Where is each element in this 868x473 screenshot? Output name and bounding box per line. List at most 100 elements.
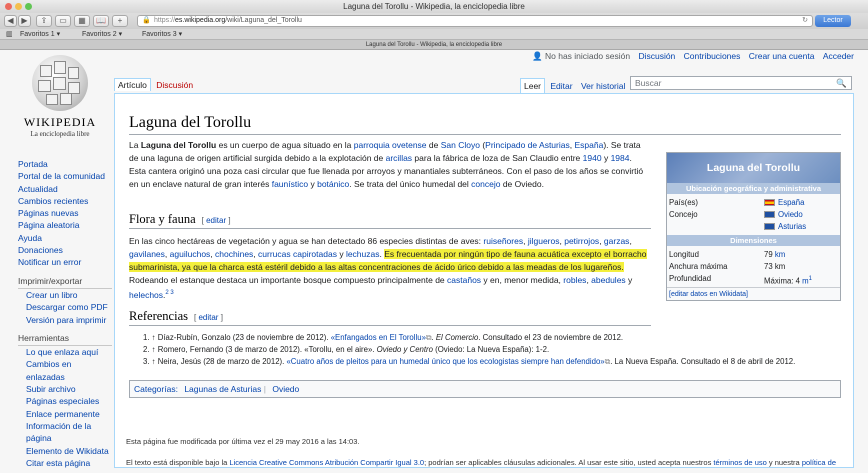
link-san-cloyo[interactable]: San Cloyo	[441, 140, 480, 150]
sidebar-tools-header: Herramientas	[18, 332, 112, 347]
wikipedia-logo[interactable]: Wikipedia La enciclopedia libre	[22, 55, 98, 145]
bookmarks-icon[interactable]: ▥	[6, 29, 13, 40]
infobox-country-link[interactable]: España	[778, 198, 804, 207]
address-bar[interactable]: 🔒 https://es.wikipedia.org/wiki/Laguna_d…	[137, 15, 813, 27]
tab-history[interactable]: Ver historial	[578, 79, 628, 93]
namespace-tabs: Artículo Discusión	[114, 78, 196, 91]
back-button[interactable]: ◀	[4, 15, 17, 27]
link-concejo[interactable]: concejo	[471, 179, 500, 189]
reload-icon[interactable]: ↻	[802, 16, 808, 26]
sidebar-item-3[interactable]: Cambios recientes	[18, 195, 112, 207]
add-tab-button[interactable]: +	[112, 15, 128, 27]
create-account-link[interactable]: Crear una cuenta	[749, 51, 815, 61]
link-aguiluchos[interactable]: aguiluchos	[170, 249, 211, 259]
edit-refs-link[interactable]: editar	[198, 313, 218, 322]
sidebar-item-2[interactable]: Actualidad	[18, 183, 112, 195]
tab-edit[interactable]: Editar	[547, 79, 575, 93]
sidebar-print-item-0[interactable]: Crear un libro	[26, 289, 112, 301]
sidebar-item-5[interactable]: Página aleatoria	[18, 219, 112, 231]
intro-paragraph: La Laguna del Torollu es un cuerpo de ag…	[129, 140, 644, 189]
reference-link[interactable]: «Cuatro años de pleitos para un humedal …	[286, 357, 604, 366]
license-link[interactable]: Licencia Creative Commons Atribución Com…	[229, 458, 424, 467]
terms-link[interactable]: términos de uso	[713, 458, 766, 467]
sidebar-item-4[interactable]: Páginas nuevas	[18, 207, 112, 219]
link-robles[interactable]: robles	[563, 275, 586, 285]
personal-contribs-link[interactable]: Contribuciones	[684, 51, 741, 61]
page-footer: Esta página fue modificada por última ve…	[126, 436, 856, 469]
sidebar-item-7[interactable]: Donaciones	[18, 244, 112, 256]
sidebar-tool-item-0[interactable]: Lo que enlaza aquí	[26, 346, 112, 358]
km-link[interactable]: km	[775, 250, 785, 259]
forward-button[interactable]: ▶	[18, 15, 31, 27]
share-button[interactable]: ⇪	[36, 15, 52, 27]
link-botanico[interactable]: botánico	[317, 179, 349, 189]
link-faunistico[interactable]: faunístico	[272, 179, 308, 189]
topsites-button[interactable]: ▦	[74, 15, 90, 27]
bookmark-folder-1[interactable]: Favoritos 1 ▾	[20, 29, 60, 40]
minimize-window-icon[interactable]	[15, 3, 22, 10]
link-arcillas[interactable]: arcillas	[386, 153, 412, 163]
infobox-region-link[interactable]: Asturias	[778, 222, 806, 231]
link-1984[interactable]: 1984	[611, 153, 630, 163]
link-jilgueros[interactable]: jilgueros	[528, 236, 560, 246]
sidebar-tool-item-4[interactable]: Enlace permanente	[26, 408, 112, 420]
bookmark-folder-2[interactable]: Favoritos 2 ▾	[82, 29, 122, 40]
privacy-link[interactable]: política de	[802, 458, 836, 467]
link-abedules[interactable]: abedules	[591, 275, 626, 285]
bookmarks-button[interactable]: 📖	[93, 15, 109, 27]
sidebar-tool-item-3[interactable]: Páginas especiales	[26, 395, 112, 407]
sidebar-tool-item-1[interactable]: Cambios en enlazadas	[26, 358, 112, 383]
sidebar-print-item-1[interactable]: Descargar como PDF	[26, 301, 112, 313]
sidebar-print-item-2[interactable]: Versión para imprimir	[26, 314, 112, 326]
window-title: Laguna del Torollu - Wikipedia, la encic…	[343, 2, 525, 11]
bookmark-folder-3[interactable]: Favoritos 3 ▾	[142, 29, 182, 40]
link-ruisenores[interactable]: ruiseñores	[483, 236, 523, 246]
infobox-label: Concejo	[669, 210, 698, 219]
link-gavilanes[interactable]: gavilanes	[129, 249, 165, 259]
zoom-window-icon[interactable]	[25, 3, 32, 10]
sidebar-item-1[interactable]: Portal de la comunidad	[18, 170, 112, 182]
sidebar-tool-item-2[interactable]: Subir archivo	[26, 383, 112, 395]
reference-item: 2. ↑ Romero, Fernando (3 de marzo de 201…	[143, 345, 550, 354]
sidebar-tool-item-5[interactable]: Información de la página	[26, 420, 112, 445]
link-chochines[interactable]: chochines	[215, 249, 253, 259]
search-icon[interactable]: 🔍	[836, 77, 847, 89]
tab-talk[interactable]: Discusión	[153, 79, 196, 91]
sidebar-toggle-button[interactable]: ▭	[55, 15, 71, 27]
link-lechuzas[interactable]: lechuzas	[346, 249, 380, 259]
close-window-icon[interactable]	[5, 3, 12, 10]
reader-button[interactable]: Lector	[815, 15, 851, 27]
edit-flora-link[interactable]: editar	[206, 216, 226, 225]
tab-bar: Laguna del Torollu - Wikipedia, la encic…	[0, 40, 868, 50]
sidebar-item-6[interactable]: Ayuda	[18, 232, 112, 244]
link-1940[interactable]: 1940	[583, 153, 602, 163]
link-asturias[interactable]: Principado de Asturias	[485, 140, 570, 150]
ref-markers[interactable]: 2 3	[165, 290, 173, 296]
link-garzas[interactable]: garzas	[604, 236, 630, 246]
link-castanos[interactable]: castaños	[447, 275, 481, 285]
infobox-section-dimensions: Dimensiones	[667, 235, 840, 246]
tab-title[interactable]: Laguna del Torollu - Wikipedia, la encic…	[366, 42, 502, 48]
category-link[interactable]: Oviedo	[272, 384, 299, 394]
link-currucas[interactable]: currucas capirotadas	[258, 249, 337, 259]
tab-read[interactable]: Leer	[520, 78, 546, 93]
infobox-concejo-link[interactable]: Oviedo	[778, 210, 803, 219]
personal-talk-link[interactable]: Discusión	[638, 51, 675, 61]
sidebar-item-8[interactable]: Notificar un error	[18, 256, 112, 268]
link-parroquia[interactable]: parroquia ovetense	[354, 140, 427, 150]
sidebar-tool-item-6[interactable]: Elemento de Wikidata	[26, 445, 112, 457]
logo-tagline: La enciclopedia libre	[30, 130, 90, 138]
categories-label[interactable]: Categorías:	[134, 384, 178, 394]
edit-wikidata-link[interactable]: [editar datos en Wikidata]	[669, 291, 748, 298]
tab-article[interactable]: Artículo	[114, 78, 151, 91]
sidebar-item-0[interactable]: Portada	[18, 158, 112, 170]
reference-link[interactable]: «Enfangados en El Torollu»	[331, 333, 426, 342]
section-heading-flora: Flora y fauna[ editar ]	[129, 212, 651, 229]
login-link[interactable]: Acceder	[823, 51, 854, 61]
link-petirrojos[interactable]: petirrojos	[564, 236, 599, 246]
sidebar-tool-item-7[interactable]: Citar esta página	[26, 457, 112, 469]
link-helechos[interactable]: helechos	[129, 290, 163, 300]
category-link[interactable]: Lagunas de Asturias	[184, 384, 261, 394]
search-input[interactable]: Buscar 🔍	[630, 76, 852, 90]
link-espana[interactable]: España	[574, 140, 603, 150]
